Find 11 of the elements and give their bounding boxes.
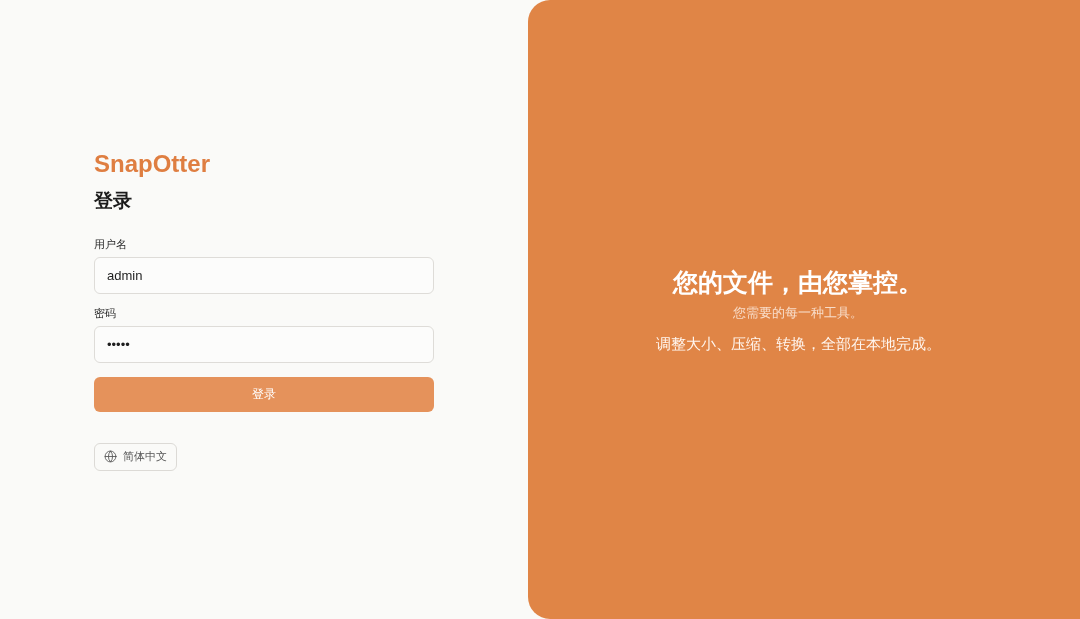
- hero-tagline: 调整大小、压缩、转换，全部在本地完成。: [655, 333, 941, 354]
- text-field[interactable]: •••••: [94, 325, 434, 363]
- field-label: 密码: [94, 305, 116, 320]
- form-title: 登录: [94, 188, 132, 213]
- hero-title: 您的文件，由您掌控。: [673, 266, 923, 298]
- brand-logo: SnapOtter: [94, 148, 210, 179]
- language-button[interactable]: 简体中文: [94, 442, 177, 471]
- hero-subtitle: 您需要的每一种工具。: [733, 303, 863, 322]
- field-label: 用户名: [94, 236, 127, 251]
- text-field[interactable]: admin: [94, 256, 434, 294]
- globe-icon: [104, 450, 117, 463]
